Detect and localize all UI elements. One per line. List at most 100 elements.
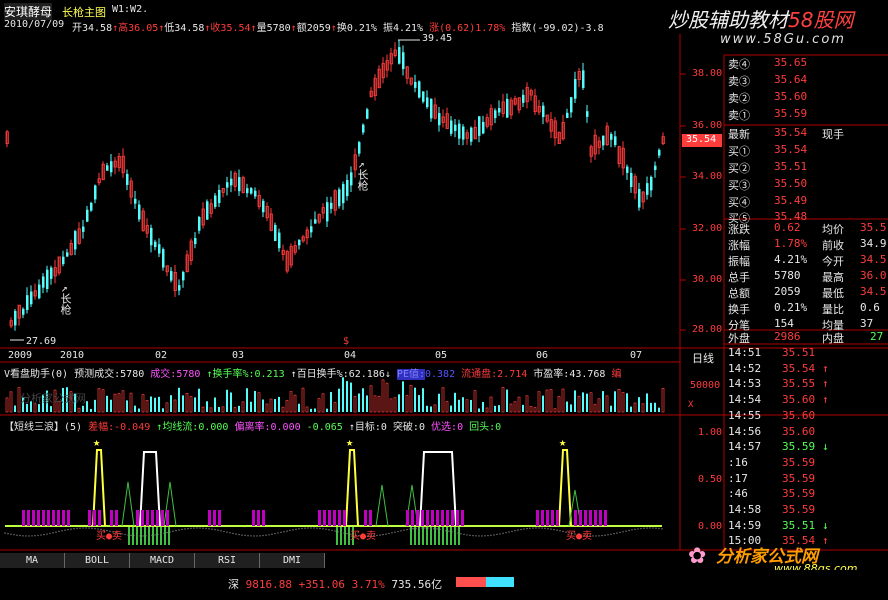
dotted-wave <box>469 534 471 537</box>
candle-body <box>150 227 153 246</box>
tick-time: :16 <box>728 455 748 469</box>
dotted-wave <box>412 528 414 530</box>
dotted-wave <box>88 527 90 529</box>
candle-body <box>198 217 201 231</box>
stats-row-6: 换手 0.21% 量比 0.6 <box>724 301 888 318</box>
dotted-wave <box>253 535 255 537</box>
candle-body <box>330 202 333 209</box>
volume-bar <box>610 405 612 412</box>
volume-bar <box>441 387 445 413</box>
tick-price: 35.60 <box>782 408 816 422</box>
candle-body <box>262 200 265 213</box>
dotted-wave <box>325 528 327 531</box>
volume-bar <box>330 392 332 412</box>
magenta-bar <box>146 510 149 526</box>
volume-bar <box>402 381 404 412</box>
volume-bar <box>9 391 13 413</box>
dotted-wave <box>259 535 261 537</box>
dotted-wave <box>139 535 141 537</box>
dotted-wave <box>487 534 489 537</box>
tick-list[interactable]: 14:51 35.51 14:52 35.54 ↑ 14:53 35.55 ↑ 14:54 35.… <box>724 346 888 550</box>
turnover-label-v: 换手率%: <box>212 369 255 380</box>
volume-bar <box>101 389 105 413</box>
latest-label: 最新 <box>728 128 750 141</box>
ma-label: 均线流: <box>162 422 199 433</box>
magenta-bar <box>541 510 544 526</box>
sell-price-2: 35.60 <box>774 90 808 103</box>
tab-boll[interactable]: BOLL <box>65 553 130 568</box>
stats-value-high: 36.0 <box>860 269 887 282</box>
signal-arrow-2: ↖ <box>356 162 369 169</box>
period-button[interactable]: 日线 <box>692 350 714 366</box>
buy-label-4: 买④ <box>728 196 750 209</box>
magenta-bar <box>57 510 60 526</box>
volume-bar <box>478 408 480 412</box>
back-value: 0 <box>495 422 502 433</box>
dotted-wave <box>130 534 132 537</box>
dotted-wave <box>517 529 519 531</box>
dotted-wave <box>655 527 657 529</box>
dotted-wave <box>343 532 345 534</box>
candle-body <box>654 165 657 171</box>
dotted-wave <box>514 529 516 532</box>
dotted-wave <box>304 527 306 529</box>
volume-bar <box>226 389 228 412</box>
current-price-label: 35.54 <box>686 134 717 145</box>
volume-bar <box>414 387 416 412</box>
dotted-wave <box>133 534 135 537</box>
tab-dmi[interactable]: DMI <box>260 553 325 568</box>
buy-price-2: 35.51 <box>774 160 808 173</box>
magenta-bar <box>406 510 409 526</box>
buy-label-1: 买 <box>96 531 106 542</box>
dotted-wave <box>40 534 42 536</box>
dev-label: 偏离率: <box>234 422 271 433</box>
candle-body <box>254 190 257 197</box>
dotted-wave <box>622 531 624 533</box>
deal-label: 成交: <box>150 369 177 380</box>
buy-sell-2: 买●卖 <box>350 527 376 542</box>
tick-time: 14:54 <box>728 393 762 407</box>
candle-body <box>494 110 497 119</box>
star-icon: ★ <box>93 435 100 449</box>
dotted-wave <box>250 535 252 537</box>
yellow-spike <box>558 449 572 527</box>
volume-bar <box>638 397 640 412</box>
tab-rsi[interactable]: RSI <box>195 553 260 568</box>
hundred-label: 百日换手%: <box>296 369 349 380</box>
dotted-wave <box>70 528 72 530</box>
volume-bar <box>537 391 541 413</box>
volume-bar <box>661 388 665 413</box>
magenta-bar <box>579 510 582 526</box>
dotted-wave <box>61 530 63 532</box>
candle-body <box>450 120 453 134</box>
dotted-wave <box>151 534 153 537</box>
volume-bar <box>201 406 205 413</box>
dotted-wave <box>10 533 12 535</box>
dotted-wave <box>544 527 546 530</box>
stats-row-1: 涨跌 0.62 均价 35.5 <box>724 221 888 238</box>
tab-macd[interactable]: MACD <box>130 553 195 568</box>
stats-value-pct: 1.78% <box>774 237 808 250</box>
tab-ma[interactable]: MA <box>0 553 65 568</box>
green-bar <box>446 527 448 545</box>
circ-value: 2.714 <box>497 369 528 380</box>
volume-bar <box>326 408 328 412</box>
magenta-bar <box>37 510 40 526</box>
volume-bar <box>77 407 81 413</box>
dotted-wave <box>22 535 24 537</box>
volume-bar <box>178 387 180 412</box>
magenta-bar <box>556 510 559 526</box>
volume-bar <box>525 395 529 413</box>
volume-bar <box>333 402 337 413</box>
green-bar <box>422 527 424 545</box>
magenta-bar <box>42 510 45 526</box>
tick-row: 14:59 35.51 ↓ <box>724 519 888 534</box>
magenta-bar <box>262 510 265 526</box>
target-label: 目标: <box>354 422 381 433</box>
volume-bar <box>641 403 645 413</box>
buy-row-3: 买③ 35.50 <box>724 177 888 194</box>
pe-label: PE值: <box>396 369 425 380</box>
hundred-down-arrow: ↓ <box>384 369 391 380</box>
signal-label-1: ↖长枪 <box>57 286 73 315</box>
volume-bar <box>533 407 537 413</box>
